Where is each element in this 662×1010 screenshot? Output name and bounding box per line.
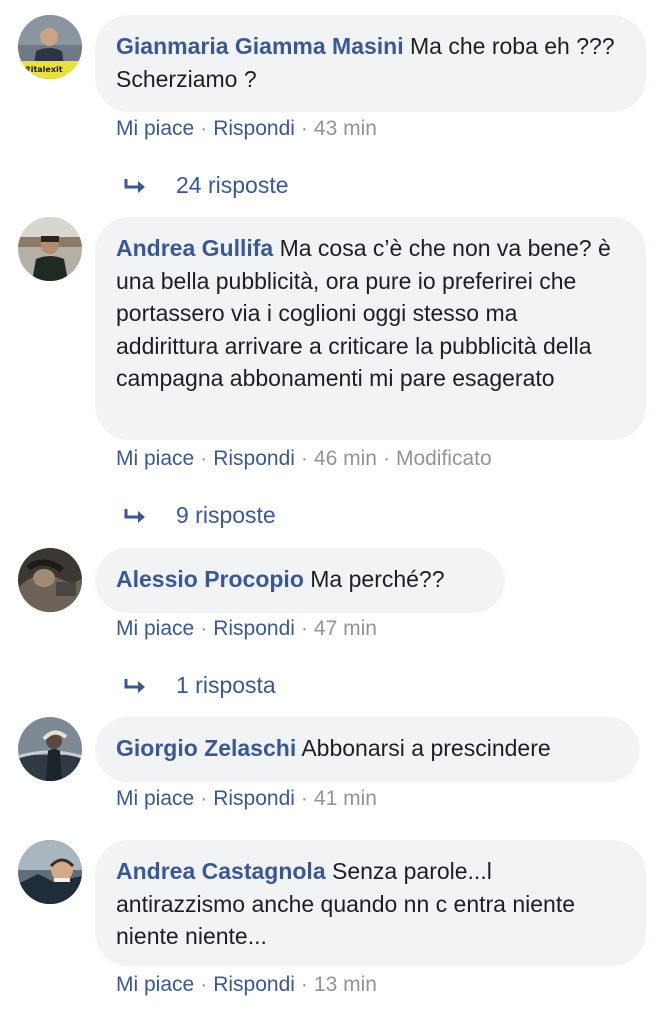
reply-arrow-icon bbox=[124, 677, 150, 697]
avatar[interactable] bbox=[18, 217, 82, 281]
like-link[interactable]: Mi piace bbox=[116, 787, 194, 810]
separator-dot: · bbox=[300, 973, 308, 996]
comment-time[interactable]: 43 min bbox=[314, 117, 377, 140]
avatar[interactable] bbox=[18, 717, 82, 781]
comment-actions: Mi piace · Rispondi · 43 min bbox=[116, 116, 377, 142]
separator-dot: · bbox=[300, 117, 308, 140]
comment-text: Abbonarsi a prescindere bbox=[301, 735, 551, 761]
like-link[interactable]: Mi piace bbox=[116, 617, 194, 640]
replies-count[interactable]: 1 risposta bbox=[176, 672, 276, 698]
reply-arrow-icon bbox=[124, 507, 150, 527]
comment-actions: Mi piace · Rispondi · 13 min bbox=[116, 972, 377, 998]
comment-time[interactable]: 47 min bbox=[314, 617, 377, 640]
comment-author[interactable]: Giorgio Zelaschi bbox=[116, 735, 296, 761]
reply-link[interactable]: Rispondi bbox=[213, 973, 295, 996]
comment-bubble: Andrea Gullifa Ma cosa c’è che non va be… bbox=[95, 217, 646, 440]
comment-bubble: Giorgio Zelaschi Abbonarsi a prescindere bbox=[95, 717, 640, 782]
view-replies-link[interactable]: 9 risposte bbox=[124, 502, 276, 529]
comment-author[interactable]: Alessio Procopio bbox=[116, 566, 304, 592]
edited-label[interactable]: Modificato bbox=[396, 447, 492, 470]
avatar[interactable] bbox=[18, 840, 82, 904]
separator-dot: · bbox=[300, 617, 308, 640]
comment-actions: Mi piace · Rispondi · 41 min bbox=[116, 786, 377, 812]
comment-author[interactable]: Andrea Castagnola bbox=[116, 858, 326, 884]
comment-bubble: Alessio Procopio Ma perché?? bbox=[95, 548, 505, 613]
replies-count[interactable]: 9 risposte bbox=[176, 502, 276, 528]
separator-dot: · bbox=[200, 787, 208, 810]
separator-dot: · bbox=[200, 447, 208, 470]
comment-time[interactable]: 41 min bbox=[314, 787, 377, 810]
comment-actions: Mi piace · Rispondi · 47 min bbox=[116, 616, 377, 642]
avatar[interactable] bbox=[18, 548, 82, 612]
separator-dot: · bbox=[200, 973, 208, 996]
comment-author[interactable]: Andrea Gullifa bbox=[116, 235, 273, 261]
reply-link[interactable]: Rispondi bbox=[213, 787, 295, 810]
avatar[interactable]: #italexit bbox=[18, 15, 82, 79]
reply-arrow-icon bbox=[124, 177, 150, 197]
comment-author[interactable]: Gianmaria Giamma Masini bbox=[116, 33, 404, 59]
like-link[interactable]: Mi piace bbox=[116, 447, 194, 470]
comment-bubble: Andrea Castagnola Senza parole...l antir… bbox=[95, 840, 646, 966]
like-link[interactable]: Mi piace bbox=[116, 973, 194, 996]
comment-actions: Mi piace · Rispondi · 46 min · Modificato bbox=[116, 446, 492, 472]
separator-dot: · bbox=[382, 447, 390, 470]
comment-text: Ma perché?? bbox=[310, 566, 445, 592]
comment-time[interactable]: 46 min bbox=[314, 447, 377, 470]
svg-text:#italexit: #italexit bbox=[24, 65, 63, 74]
comment-time[interactable]: 13 min bbox=[314, 973, 377, 996]
view-replies-link[interactable]: 24 risposte bbox=[124, 172, 289, 199]
separator-dot: · bbox=[200, 617, 208, 640]
view-replies-link[interactable]: 1 risposta bbox=[124, 672, 276, 699]
reply-link[interactable]: Rispondi bbox=[213, 447, 295, 470]
separator-dot: · bbox=[300, 787, 308, 810]
reply-link[interactable]: Rispondi bbox=[213, 617, 295, 640]
like-link[interactable]: Mi piace bbox=[116, 117, 194, 140]
comment-bubble: Gianmaria Giamma Masini Ma che roba eh ?… bbox=[95, 15, 646, 112]
reply-link[interactable]: Rispondi bbox=[213, 117, 295, 140]
replies-count[interactable]: 24 risposte bbox=[176, 172, 289, 198]
separator-dot: · bbox=[200, 117, 208, 140]
separator-dot: · bbox=[300, 447, 308, 470]
